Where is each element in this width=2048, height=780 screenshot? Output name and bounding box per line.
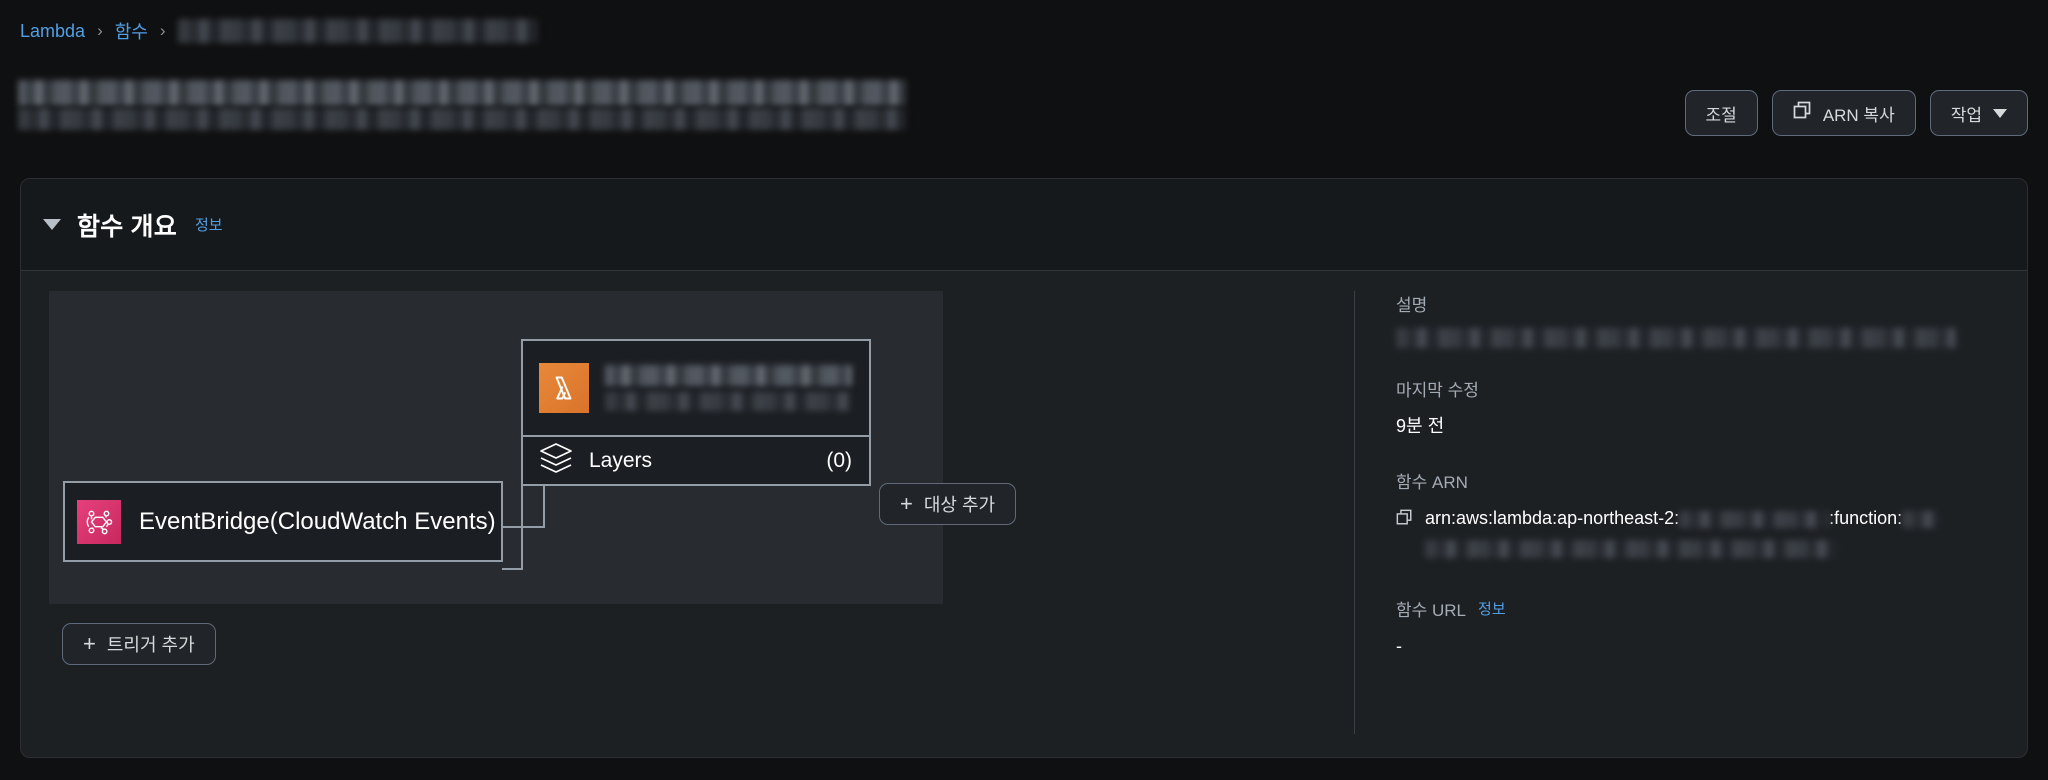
trigger-card-eventbridge[interactable]: EventBridge(CloudWatch Events) — [63, 481, 503, 562]
add-destination-button-label: 대상 추가 — [923, 495, 996, 515]
chevron-down-icon — [1993, 108, 2007, 118]
trigger-card-label: EventBridge(CloudWatch Events) — [139, 507, 496, 535]
function-overview-panel: 함수 개요 정보 Layers (0) EventBridge(CloudWat… — [20, 178, 2028, 758]
detail-function-url-label-row: 함수 URL 정보 — [1396, 596, 2016, 621]
breadcrumb-item-functions[interactable]: 함수 — [115, 18, 148, 44]
connector-horizontal-stub — [501, 526, 545, 528]
detail-function-arn: 함수 ARN arn:aws:lambda:ap-northeast-2: :fu… — [1396, 468, 2016, 558]
copy-icon — [1793, 101, 1812, 125]
detail-function-arn-label: 함수 ARN — [1396, 473, 1468, 492]
connector-vertical-right — [543, 486, 545, 528]
detail-last-modified: 마지막 수정 9분 전 — [1396, 376, 2016, 440]
layers-label: Layers — [589, 448, 653, 472]
detail-description-redacted — [1396, 328, 1956, 348]
triangle-down-icon[interactable] — [43, 219, 61, 230]
overview-info-link[interactable]: 정보 — [195, 214, 223, 235]
add-trigger-button-label: 트리거 추가 — [106, 635, 195, 655]
copy-icon[interactable] — [1396, 505, 1413, 531]
eventbridge-icon — [77, 499, 121, 544]
aws-lambda-icon — [539, 363, 589, 413]
page-section-title: 함수 개요 — [77, 212, 177, 241]
diagram-canvas: Layers (0) EventBridge(CloudWatch Events… — [49, 291, 943, 604]
plus-icon: + — [900, 491, 913, 516]
plus-icon: + — [83, 631, 96, 656]
breadcrumb-separator: › — [97, 21, 103, 40]
actions-dropdown-label: 작업 — [1950, 105, 1982, 125]
lambda-function-name-redacted — [605, 365, 852, 411]
detail-description-value-redacted — [1396, 328, 2016, 348]
page-title-redacted-line-1 — [18, 80, 906, 106]
breadcrumb-separator: › — [159, 21, 166, 40]
lambda-function-card-header — [523, 341, 869, 437]
layers-row[interactable]: Layers (0) — [523, 437, 869, 484]
detail-function-arn-text: arn:aws:lambda:ap-northeast-2: :function: — [1425, 505, 1941, 558]
connector-horizontal-trigger — [502, 568, 523, 570]
details-divider — [1354, 291, 1355, 734]
detail-description-label: 설명 — [1396, 296, 1428, 315]
copy-arn-button[interactable]: ARN 복사 — [1771, 90, 1916, 136]
function-overview-body: Layers (0) EventBridge(CloudWatch Events… — [21, 271, 2027, 757]
layers-icon — [539, 442, 573, 479]
breadcrumb: Lambda › 함수 › — [20, 18, 538, 44]
actions-dropdown-button[interactable]: 작업 — [1929, 90, 2028, 136]
detail-last-modified-label: 마지막 수정 — [1396, 381, 1479, 400]
lambda-function-name-line-1 — [605, 365, 852, 386]
add-destination-button[interactable]: + 대상 추가 — [879, 483, 1017, 525]
function-diagram: Layers (0) EventBridge(CloudWatch Events… — [21, 271, 1351, 757]
layers-count: (0) — [826, 448, 852, 472]
detail-function-arn-name-redacted-line-2 — [1425, 539, 1837, 558]
lambda-function-name-line-2 — [605, 392, 852, 411]
throttle-button-label: 조절 — [1705, 105, 1737, 125]
add-trigger-button[interactable]: + 트리거 추가 — [62, 623, 216, 665]
lambda-function-card[interactable]: Layers (0) — [521, 339, 871, 486]
page-title — [18, 80, 906, 132]
function-url-info-link[interactable]: 정보 — [1478, 598, 1506, 619]
breadcrumb-item-lambda[interactable]: Lambda — [20, 21, 85, 42]
detail-last-modified-value: 9분 전 — [1396, 416, 1445, 436]
breadcrumb-item-current-redacted[interactable] — [177, 19, 538, 43]
detail-function-url-label: 함수 URL — [1396, 600, 1467, 620]
connector-vertical-main — [521, 486, 523, 570]
detail-function-arn-prefix: arn:aws:lambda:ap-northeast-2: — [1425, 508, 1680, 528]
detail-function-url: 함수 URL 정보 - — [1396, 596, 2016, 660]
throttle-button[interactable]: 조절 — [1684, 90, 1758, 136]
page-title-redacted-line-2 — [18, 108, 906, 130]
detail-function-arn-name-redacted — [1902, 510, 1941, 528]
detail-function-arn-account-redacted — [1679, 510, 1830, 528]
header-actions: 조절 ARN 복사 작업 — [1684, 90, 2028, 136]
detail-function-url-value: - — [1396, 635, 1402, 656]
detail-function-arn-middle: :function: — [1829, 508, 1903, 528]
function-overview-header: 함수 개요 정보 — [21, 179, 2027, 271]
function-details: 설명 마지막 수정 9분 전 함수 ARN arn:aws:lambda:ap-… — [1396, 291, 2016, 688]
copy-arn-button-label: ARN 복사 — [1822, 105, 1895, 125]
detail-function-arn-value: arn:aws:lambda:ap-northeast-2: :function: — [1396, 505, 2016, 558]
detail-description: 설명 — [1396, 291, 2016, 348]
